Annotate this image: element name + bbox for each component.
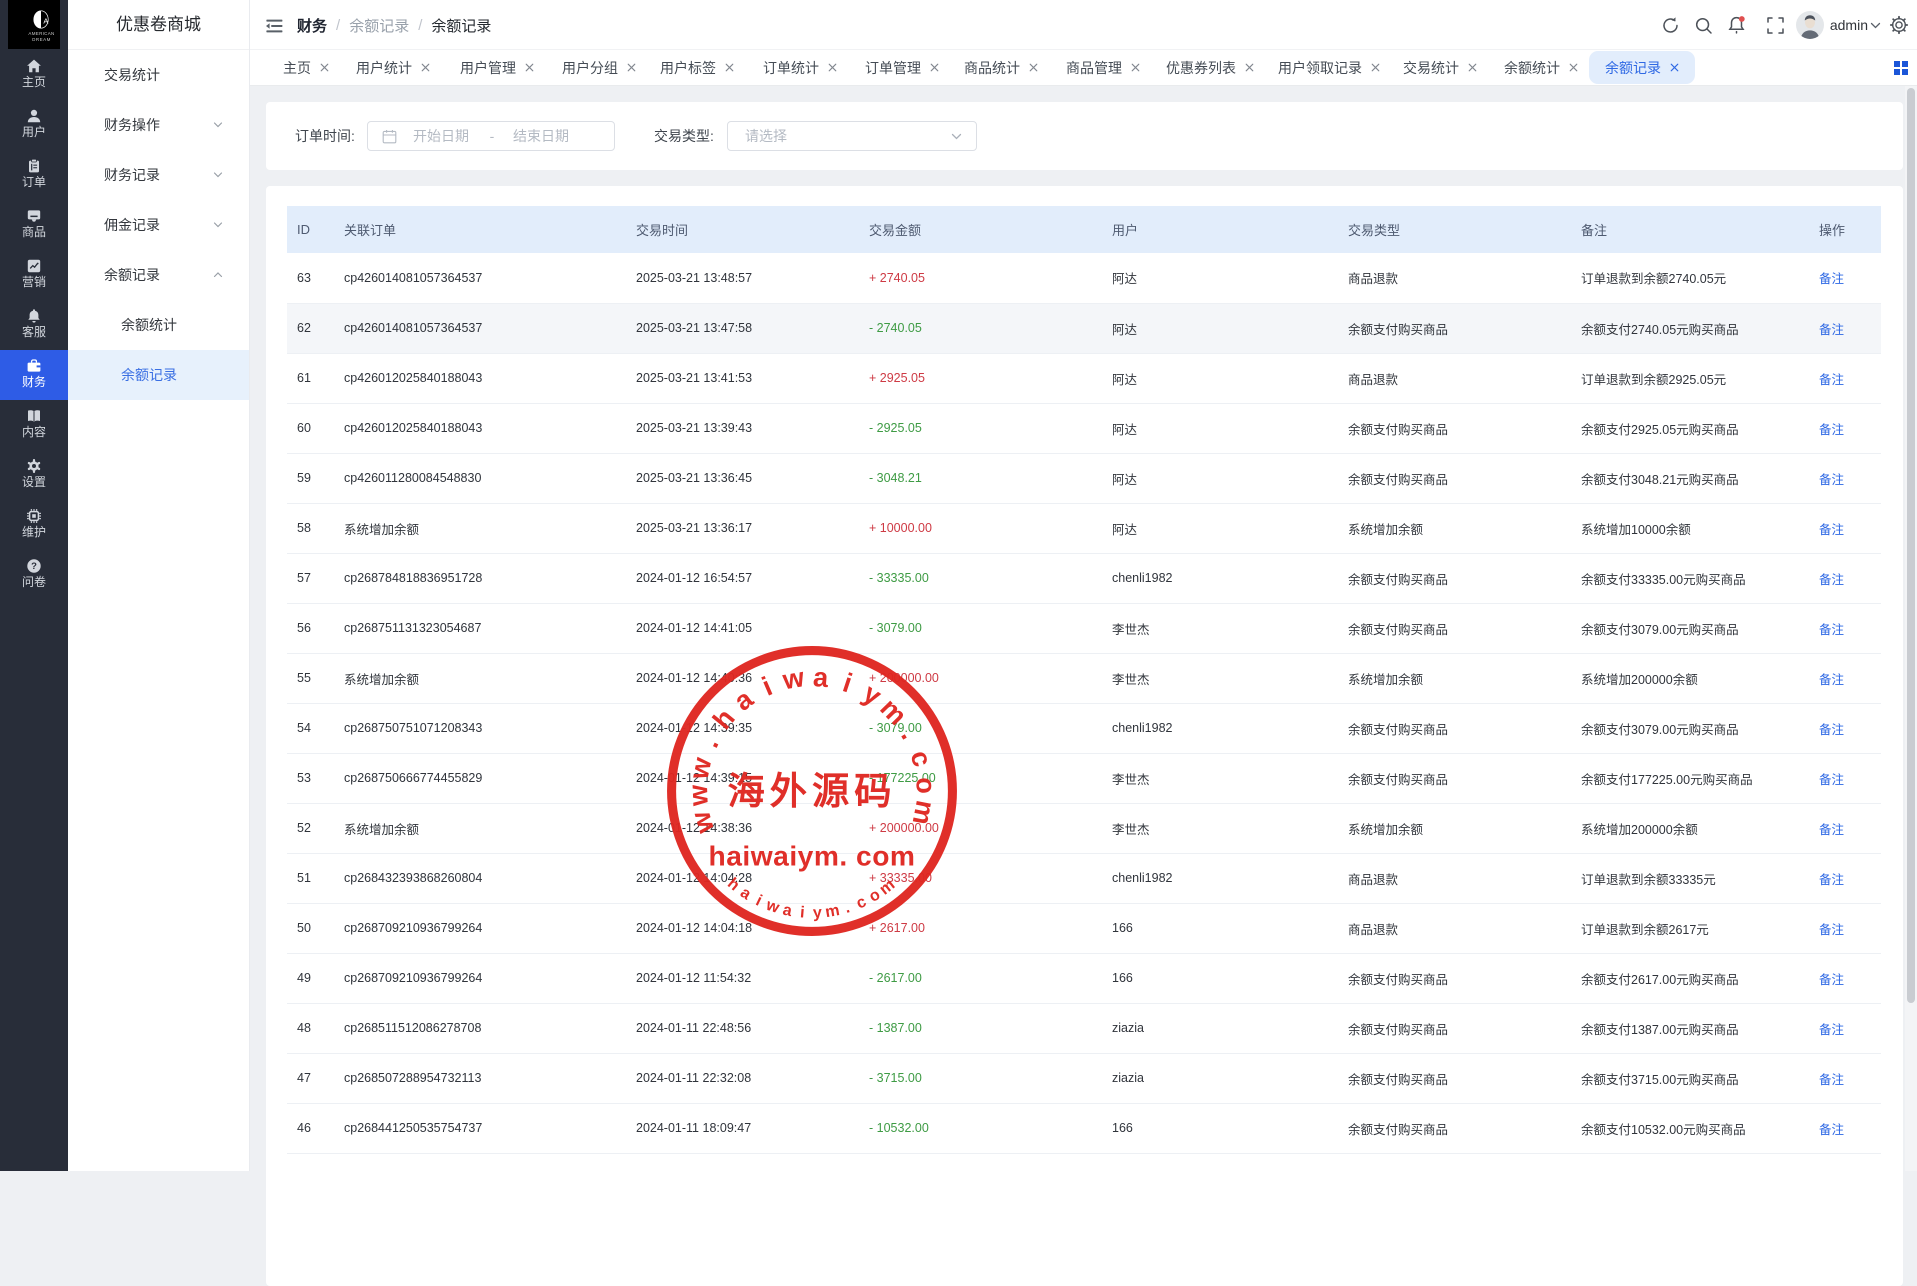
svg-text:A: A xyxy=(43,16,48,25)
svg-text:?: ? xyxy=(31,561,37,572)
svg-text:AMERICAN: AMERICAN xyxy=(28,31,54,36)
svg-text:DREAM: DREAM xyxy=(32,37,51,42)
